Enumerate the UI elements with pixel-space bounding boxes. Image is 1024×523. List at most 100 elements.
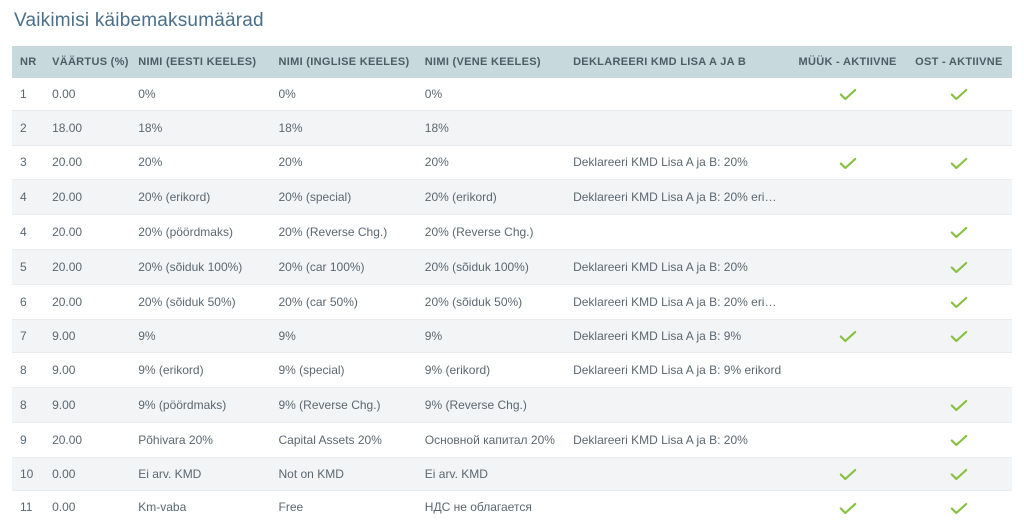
table-row[interactable]: 520.0020% (sõiduk 100%)20% (car 100%)20%… — [12, 249, 1012, 284]
col-sell[interactable]: MÜÜK - AKTIIVNE — [790, 46, 906, 78]
cell-dekl — [565, 387, 789, 422]
cell-dekl: Deklareeri KMD Lisa A ja B: 20% erikord — [565, 179, 789, 214]
cell-dekl — [565, 491, 789, 523]
cell-dekl — [565, 78, 789, 111]
cell-nr: 3 — [12, 146, 44, 179]
cell-nimi-ru: НДС не облагается — [417, 491, 565, 523]
table-row[interactable]: 110.00Km-vabaFreeНДС не облагается — [12, 491, 1012, 523]
check-icon — [950, 88, 968, 101]
table-row[interactable]: 620.0020% (sõiduk 50%)20% (car 50%)20% (… — [12, 284, 1012, 319]
table-header-row: NR VÄÄRTUS (%) NIMI (EESTI KEELES) NIMI … — [12, 46, 1012, 78]
cell-nr: 8 — [12, 352, 44, 387]
cell-nr: 9 — [12, 422, 44, 457]
table-row[interactable]: 100.00Ei arv. KMDNot on KMDEi arv. KMD — [12, 457, 1012, 490]
col-buy[interactable]: OST - AKTIIVNE — [906, 46, 1012, 78]
cell-dekl — [565, 457, 789, 490]
check-icon — [950, 261, 968, 274]
cell-nimi-en: 18% — [271, 111, 417, 146]
cell-nimi-ru: Основной капитал 20% — [417, 422, 565, 457]
cell-sell-active — [790, 284, 906, 319]
cell-buy-active — [906, 111, 1012, 146]
cell-nimi-ru: 9% — [417, 319, 565, 352]
check-icon — [839, 502, 857, 515]
cell-nr: 5 — [12, 249, 44, 284]
cell-nimi-en: 9% (Reverse Chg.) — [271, 387, 417, 422]
cell-nimi-et: 9% (erikord) — [130, 352, 270, 387]
cell-nr: 7 — [12, 319, 44, 352]
cell-nimi-et: 9% — [130, 319, 270, 352]
table-row[interactable]: 420.0020% (erikord)20% (special)20% (eri… — [12, 179, 1012, 214]
cell-nimi-en: Capital Assets 20% — [271, 422, 417, 457]
cell-sell-active — [790, 422, 906, 457]
cell-nimi-en: 20% (Reverse Chg.) — [271, 214, 417, 249]
vat-rates-table: NR VÄÄRTUS (%) NIMI (EESTI KEELES) NIMI … — [12, 46, 1012, 523]
cell-nimi-ru: 20% (sõiduk 50%) — [417, 284, 565, 319]
check-icon — [839, 88, 857, 101]
col-nimi-et[interactable]: NIMI (EESTI KEELES) — [130, 46, 270, 78]
cell-sell-active — [790, 146, 906, 179]
cell-nimi-et: Km-vaba — [130, 491, 270, 523]
cell-val: 0.00 — [44, 491, 130, 523]
table-row[interactable]: 89.009% (erikord)9% (special)9% (erikord… — [12, 352, 1012, 387]
cell-nimi-en: Free — [271, 491, 417, 523]
check-icon — [839, 330, 857, 343]
table-row[interactable]: 420.0020% (pöördmaks)20% (Reverse Chg.)2… — [12, 214, 1012, 249]
cell-buy-active — [906, 387, 1012, 422]
cell-buy-active — [906, 422, 1012, 457]
cell-nimi-en: 0% — [271, 78, 417, 111]
table-row[interactable]: 218.0018%18%18% — [12, 111, 1012, 146]
table-row[interactable]: 920.00Põhivara 20%Capital Assets 20%Осно… — [12, 422, 1012, 457]
cell-val: 9.00 — [44, 352, 130, 387]
cell-sell-active — [790, 78, 906, 111]
cell-sell-active — [790, 352, 906, 387]
cell-val: 9.00 — [44, 319, 130, 352]
cell-nimi-en: 20% — [271, 146, 417, 179]
table-row[interactable]: 320.0020%20%20%Deklareeri KMD Lisa A ja … — [12, 146, 1012, 179]
cell-val: 20.00 — [44, 422, 130, 457]
table-row[interactable]: 79.009%9%9%Deklareeri KMD Lisa A ja B: 9… — [12, 319, 1012, 352]
cell-nimi-et: 20% (sõiduk 50%) — [130, 284, 270, 319]
cell-nimi-ru: 9% (erikord) — [417, 352, 565, 387]
cell-dekl — [565, 214, 789, 249]
cell-val: 20.00 — [44, 284, 130, 319]
cell-nimi-ru: 18% — [417, 111, 565, 146]
cell-nr: 11 — [12, 491, 44, 523]
cell-nimi-et: Põhivara 20% — [130, 422, 270, 457]
check-icon — [950, 296, 968, 309]
check-icon — [950, 226, 968, 239]
cell-nimi-ru: Ei arv. KMD — [417, 457, 565, 490]
cell-buy-active — [906, 491, 1012, 523]
cell-nimi-et: 18% — [130, 111, 270, 146]
cell-nimi-et: 20% (pöördmaks) — [130, 214, 270, 249]
cell-nimi-en: Not on KMD — [271, 457, 417, 490]
table-row[interactable]: 89.009% (pöördmaks)9% (Reverse Chg.)9% (… — [12, 387, 1012, 422]
cell-buy-active — [906, 78, 1012, 111]
col-nr[interactable]: NR — [12, 46, 44, 78]
col-val[interactable]: VÄÄRTUS (%) — [44, 46, 130, 78]
col-nimi-en[interactable]: NIMI (INGLISE KEELES) — [271, 46, 417, 78]
check-icon — [950, 468, 968, 481]
cell-nr: 8 — [12, 387, 44, 422]
cell-nimi-et: 0% — [130, 78, 270, 111]
cell-nr: 1 — [12, 78, 44, 111]
cell-sell-active — [790, 387, 906, 422]
col-nimi-ru[interactable]: NIMI (VENE KEELES) — [417, 46, 565, 78]
cell-sell-active — [790, 111, 906, 146]
cell-buy-active — [906, 249, 1012, 284]
cell-nr: 6 — [12, 284, 44, 319]
cell-nr: 4 — [12, 214, 44, 249]
cell-val: 20.00 — [44, 179, 130, 214]
cell-dekl: Deklareeri KMD Lisa A ja B: 20% — [565, 249, 789, 284]
cell-buy-active — [906, 146, 1012, 179]
cell-nr: 4 — [12, 179, 44, 214]
cell-val: 20.00 — [44, 249, 130, 284]
cell-dekl: Deklareeri KMD Lisa A ja B: 20% — [565, 422, 789, 457]
col-dekl[interactable]: DEKLAREERI KMD LISA A JA B — [565, 46, 789, 78]
page-title: Vaikimisi käibemaksumäärad — [14, 10, 1012, 32]
cell-nimi-en: 20% (special) — [271, 179, 417, 214]
cell-nimi-et: 20% (erikord) — [130, 179, 270, 214]
table-row[interactable]: 10.000%0%0% — [12, 78, 1012, 111]
cell-nimi-ru: 20% (erikord) — [417, 179, 565, 214]
cell-dekl: Deklareeri KMD Lisa A ja B: 20% erikord — [565, 284, 789, 319]
cell-nimi-en: 9% — [271, 319, 417, 352]
